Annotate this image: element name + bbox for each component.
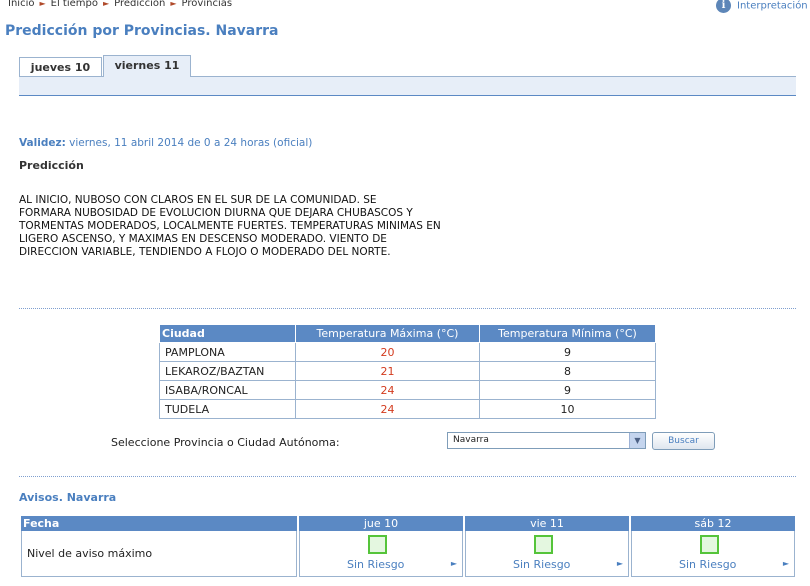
max-temp-cell: 24 <box>295 399 480 419</box>
aviso-cell-day-1[interactable]: Sin Riesgo ► <box>299 531 463 577</box>
arrow-right-icon[interactable]: ► <box>617 559 623 568</box>
buscar-button[interactable]: Buscar <box>652 432 715 450</box>
table-header-row: Ciudad Temperatura Máxima (°C) Temperatu… <box>159 324 656 343</box>
arrow-right-icon[interactable]: ► <box>783 559 789 568</box>
province-select-value: Navarra <box>453 435 489 445</box>
risk-level-green-icon[interactable] <box>368 535 387 554</box>
header-fecha: Fecha <box>21 516 297 531</box>
header-day-3: sáb 12 <box>631 516 795 531</box>
risk-level-text[interactable]: Sin Riesgo <box>513 558 570 571</box>
province-select-label: Seleccione Provincia o Ciudad Autónoma: <box>111 436 340 449</box>
breadcrumb-el-tiempo[interactable]: El tiempo <box>51 0 98 9</box>
breadcrumb-prediccion[interactable]: Predicción <box>114 0 165 9</box>
info-icon[interactable]: i <box>716 0 731 13</box>
nivel-aviso-label: Nivel de aviso máximo <box>21 531 297 577</box>
risk-level-green-icon[interactable] <box>700 535 719 554</box>
day-tabs: jueves 10 viernes 11 <box>19 55 796 77</box>
breadcrumb-separator-icon: ► <box>170 0 177 8</box>
tab-jueves-10[interactable]: jueves 10 <box>19 57 102 76</box>
min-temp-cell: 10 <box>479 399 656 419</box>
avisos-header-row: Fecha jue 10 vie 11 sáb 12 <box>21 516 795 531</box>
breadcrumb-separator-icon: ► <box>102 0 110 8</box>
min-temp-cell: 9 <box>479 342 656 362</box>
max-temp-cell: 21 <box>295 361 480 381</box>
breadcrumb-separator-icon: ► <box>39 0 46 8</box>
divider <box>19 308 796 309</box>
table-row: ISABA/RONCAL 24 9 <box>159 380 656 400</box>
table-row: TUDELA 24 10 <box>159 399 656 419</box>
breadcrumb-provincias[interactable]: Provincias <box>182 0 233 9</box>
header-day-1: jue 10 <box>299 516 463 531</box>
risk-level-text[interactable]: Sin Riesgo <box>347 558 404 571</box>
temperature-table: Ciudad Temperatura Máxima (°C) Temperatu… <box>159 324 656 419</box>
aviso-cell-day-2[interactable]: Sin Riesgo ► <box>465 531 629 577</box>
city-cell: TUDELA <box>159 399 296 419</box>
tab-panel <box>19 76 796 96</box>
tab-viernes-11[interactable]: viernes 11 <box>103 55 191 77</box>
avisos-table: Fecha jue 10 vie 11 sáb 12 Nivel de avis… <box>19 516 797 577</box>
header-day-2: vie 11 <box>465 516 629 531</box>
header-temp-max: Temperatura Máxima (°C) <box>295 324 480 343</box>
breadcrumb-inicio[interactable]: Inicio <box>8 0 34 9</box>
header-temp-min: Temperatura Mínima (°C) <box>479 324 656 343</box>
divider <box>19 476 796 477</box>
validity-line: Validez: viernes, 11 abril 2014 de 0 a 2… <box>19 137 312 149</box>
breadcrumb: Inicio ► El tiempo ► Predicción ► Provincias <box>8 0 232 9</box>
prediction-text: AL INICIO, NUBOSO CON CLAROS EN EL SUR D… <box>19 194 441 258</box>
interpretacion-link[interactable]: i Interpretación <box>716 0 808 13</box>
risk-level-green-icon[interactable] <box>534 535 553 554</box>
validity-label: Validez: <box>19 137 66 149</box>
min-temp-cell: 9 <box>479 380 656 400</box>
interpretacion-label[interactable]: Interpretación <box>737 1 808 12</box>
validity-value: viernes, 11 abril 2014 de 0 a 24 horas (… <box>69 137 313 149</box>
city-cell: PAMPLONA <box>159 342 296 362</box>
table-row: PAMPLONA 20 9 <box>159 342 656 362</box>
header-ciudad: Ciudad <box>159 324 296 343</box>
city-cell: LEKAROZ/BAZTAN <box>159 361 296 381</box>
avisos-row: Nivel de aviso máximo Sin Riesgo ► Sin R… <box>21 531 795 577</box>
province-select[interactable]: Navarra ▼ <box>447 432 646 449</box>
aviso-cell-day-3[interactable]: Sin Riesgo ► <box>631 531 795 577</box>
max-temp-cell: 20 <box>295 342 480 362</box>
max-temp-cell: 24 <box>295 380 480 400</box>
table-row: LEKAROZ/BAZTAN 21 8 <box>159 361 656 381</box>
chevron-down-icon[interactable]: ▼ <box>629 433 645 448</box>
risk-level-text[interactable]: Sin Riesgo <box>679 558 736 571</box>
prediction-heading: Predicción <box>19 159 84 172</box>
min-temp-cell: 8 <box>479 361 656 381</box>
city-cell: ISABA/RONCAL <box>159 380 296 400</box>
page-title: Predicción por Provincias. Navarra <box>5 23 279 39</box>
arrow-right-icon[interactable]: ► <box>451 559 457 568</box>
avisos-title: Avisos. Navarra <box>19 491 117 504</box>
